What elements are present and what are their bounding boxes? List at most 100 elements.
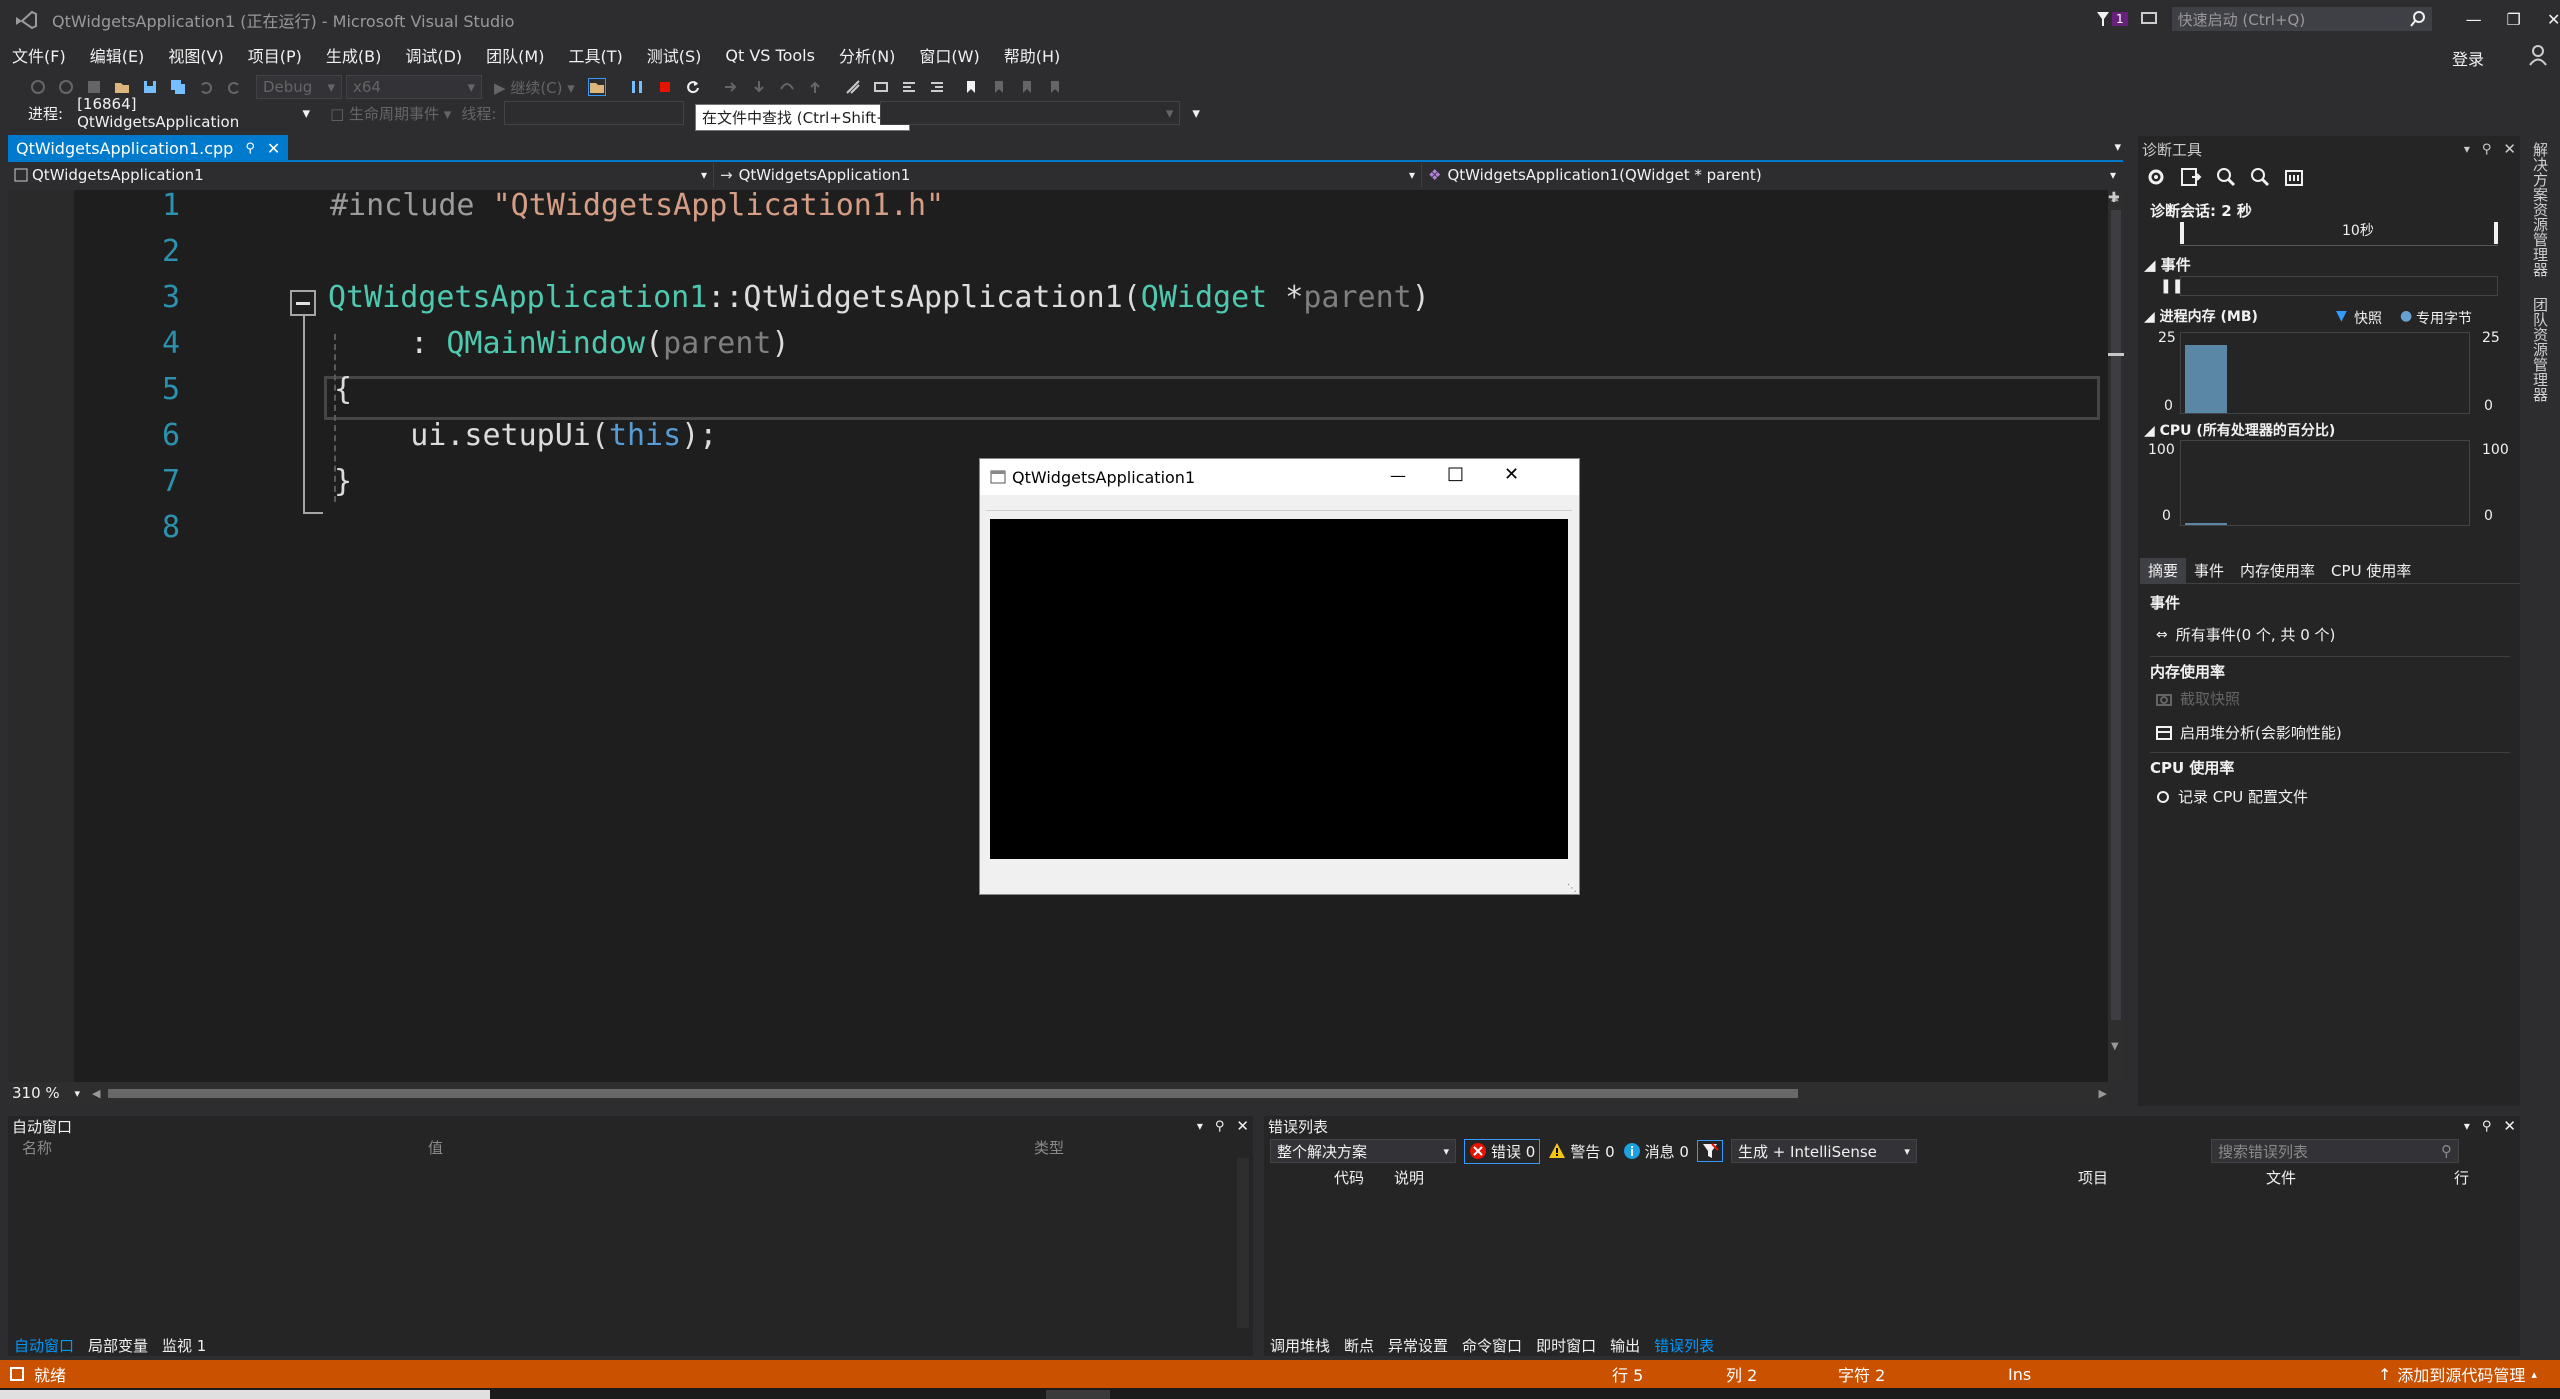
- menu-tools[interactable]: 工具(T): [568, 43, 622, 67]
- cpu-section-header[interactable]: ◢ CPU (所有处理器的百分比): [2144, 420, 2335, 440]
- close-tab-icon[interactable]: ✕: [267, 139, 280, 158]
- select-tools-icon[interactable]: [2180, 167, 2202, 187]
- tab-breakpoints[interactable]: 断点: [1344, 1335, 1374, 1356]
- login-link[interactable]: 登录: [2452, 46, 2484, 70]
- close-panel-icon[interactable]: ✕: [1236, 1117, 1249, 1135]
- settings-gear-icon[interactable]: [2146, 167, 2166, 187]
- maximize-button[interactable]: ❐: [2494, 10, 2534, 29]
- qt-application-window[interactable]: QtWidgetsApplication1 — □ ✕ ⋱: [979, 458, 1580, 895]
- show-next-statement-icon[interactable]: [723, 79, 739, 95]
- tab-watch-1[interactable]: 监视 1: [162, 1335, 206, 1356]
- menu-debug[interactable]: 调试(D): [405, 43, 462, 67]
- scroll-left-icon[interactable]: ◀: [92, 1087, 100, 1100]
- error-search-input[interactable]: 搜索错误列表 ⚲: [2210, 1139, 2459, 1163]
- back-icon[interactable]: [30, 79, 46, 95]
- tab-events[interactable]: 事件: [2186, 558, 2232, 583]
- pin-icon[interactable]: ⚲: [2482, 1119, 2492, 1134]
- prev-bookmark-icon[interactable]: [991, 79, 1007, 95]
- zoom-out-icon[interactable]: [2250, 167, 2270, 187]
- minimize-button[interactable]: —: [2454, 10, 2494, 29]
- tab-locals[interactable]: 局部变量: [88, 1335, 148, 1356]
- autos-vscroll[interactable]: [1237, 1158, 1249, 1328]
- bookmark-icon[interactable]: [963, 79, 979, 95]
- pin-icon[interactable]: ⚲: [2482, 142, 2492, 157]
- overflow-icon[interactable]: ▾: [1192, 104, 1200, 122]
- tab-qtwidgetsapplication1-cpp[interactable]: QtWidgetsApplication1.cpp ⚲ ✕: [8, 135, 289, 161]
- qt-close-button[interactable]: ✕: [1504, 464, 1519, 485]
- take-snapshot-button[interactable]: 截取快照: [2156, 688, 2240, 709]
- qt-maximize-button[interactable]: □: [1447, 463, 1464, 484]
- tab-memory-usage[interactable]: 内存使用率: [2232, 558, 2323, 583]
- memory-section-header[interactable]: ◢ 进程内存 (MB): [2144, 306, 2258, 326]
- tab-call-stack[interactable]: 调用堆栈: [1270, 1335, 1330, 1356]
- menu-test[interactable]: 测试(S): [647, 43, 702, 67]
- tab-overflow-icon[interactable]: ▾: [2114, 140, 2121, 155]
- qt-window-titlebar[interactable]: QtWidgetsApplication1 — □ ✕: [980, 459, 1579, 495]
- dropdown-icon[interactable]: ▾: [1197, 1119, 1203, 1133]
- zoom-in-icon[interactable]: [2216, 167, 2236, 187]
- save-all-icon[interactable]: [170, 79, 186, 95]
- scope-nav-select[interactable]: → QtWidgetsApplication1 ▾: [714, 163, 1422, 187]
- record-cpu-profile-button[interactable]: 记录 CPU 配置文件: [2156, 786, 2308, 807]
- step-out-icon[interactable]: [807, 79, 823, 95]
- tab-error-list[interactable]: 错误列表: [1654, 1335, 1714, 1356]
- reset-view-icon[interactable]: [2284, 167, 2304, 187]
- break-all-icon[interactable]: [629, 79, 645, 95]
- tab-command-window[interactable]: 命令窗口: [1462, 1335, 1522, 1356]
- error-scope-select[interactable]: 整个解决方案 ▾: [1270, 1139, 1456, 1163]
- thread-icon[interactable]: [845, 79, 861, 95]
- notification-count[interactable]: 1: [2112, 12, 2128, 26]
- zoom-select[interactable]: 310 % ▾: [8, 1084, 84, 1102]
- dropdown-icon[interactable]: ▾: [2464, 1119, 2470, 1133]
- editor-vertical-scrollbar[interactable]: ▲ ▼: [2108, 190, 2124, 1082]
- tab-cpu-usage[interactable]: CPU 使用率: [2323, 558, 2419, 583]
- warnings-filter-button[interactable]: 警告 0: [1548, 1141, 1615, 1162]
- member-nav-select[interactable]: ❖ QtWidgetsApplication1(QWidget * parent)…: [1422, 163, 2122, 187]
- timeline-start-handle[interactable]: [2180, 222, 2184, 244]
- step-over-icon[interactable]: [779, 79, 795, 95]
- menu-view[interactable]: 视图(V): [168, 43, 223, 67]
- timeline-end-handle[interactable]: [2494, 222, 2498, 244]
- filter-icon[interactable]: [1696, 1140, 1723, 1162]
- menu-edit[interactable]: 编辑(E): [90, 43, 145, 67]
- all-events-link[interactable]: ⇔ 所有事件(0 个, 共 0 个): [2156, 624, 2335, 645]
- dropdown-icon[interactable]: ▾: [2464, 142, 2470, 156]
- errors-filter-button[interactable]: 错误 0: [1464, 1138, 1541, 1164]
- menu-file[interactable]: 文件(F): [12, 43, 66, 67]
- solution-explorer-tab[interactable]: 解决方案资源管理器: [2530, 142, 2551, 277]
- team-explorer-tab[interactable]: 团队资源管理器: [2530, 297, 2551, 402]
- account-icon[interactable]: [2528, 44, 2548, 66]
- clear-bookmarks-icon[interactable]: [1047, 79, 1063, 95]
- size-grip-icon[interactable]: ⋱: [1567, 883, 1577, 894]
- menu-project[interactable]: 项目(P): [248, 43, 302, 67]
- stop-debugging-icon[interactable]: [657, 79, 673, 95]
- find-in-files-icon[interactable]: [587, 78, 606, 96]
- feedback-icon[interactable]: [2140, 10, 2158, 28]
- tab-immediate-window[interactable]: 即时窗口: [1536, 1335, 1596, 1356]
- redo-icon[interactable]: [226, 79, 242, 95]
- editor-horizontal-scrollbar[interactable]: 310 % ▾ ◀ ▶: [8, 1082, 2108, 1104]
- stack-frame-select[interactable]: ▾: [880, 101, 1181, 125]
- tab-output[interactable]: 输出: [1610, 1335, 1640, 1356]
- notification-flag-icon[interactable]: [2094, 10, 2112, 28]
- restart-icon[interactable]: [685, 79, 701, 95]
- solution-platform-select[interactable]: x64 ▾: [346, 75, 482, 99]
- tab-summary[interactable]: 摘要: [2140, 558, 2187, 583]
- next-bookmark-icon[interactable]: [1019, 79, 1035, 95]
- thread-select[interactable]: [504, 101, 685, 125]
- hscroll-thumb[interactable]: [108, 1088, 1799, 1098]
- step-into-icon[interactable]: [751, 79, 767, 95]
- collapse-toggle-icon[interactable]: [290, 290, 316, 316]
- build-filter-select[interactable]: 生成 + IntelliSense ▾: [1730, 1139, 1917, 1163]
- pin-icon[interactable]: ⚲: [245, 141, 255, 156]
- uncomment-icon[interactable]: [929, 79, 945, 95]
- scroll-right-icon[interactable]: ▶: [2098, 1087, 2106, 1100]
- events-section-header[interactable]: ◢ 事件: [2144, 254, 2191, 275]
- menu-window[interactable]: 窗口(W): [919, 43, 979, 67]
- quick-launch-input[interactable]: 快速启动 (Ctrl+Q): [2171, 7, 2432, 31]
- tab-autos[interactable]: 自动窗口: [14, 1335, 74, 1356]
- close-panel-icon[interactable]: ✕: [2503, 140, 2516, 158]
- undo-icon[interactable]: [198, 79, 214, 95]
- scroll-down-icon[interactable]: ▼: [2111, 1041, 2119, 1052]
- scroll-thumb[interactable]: [2111, 210, 2121, 1020]
